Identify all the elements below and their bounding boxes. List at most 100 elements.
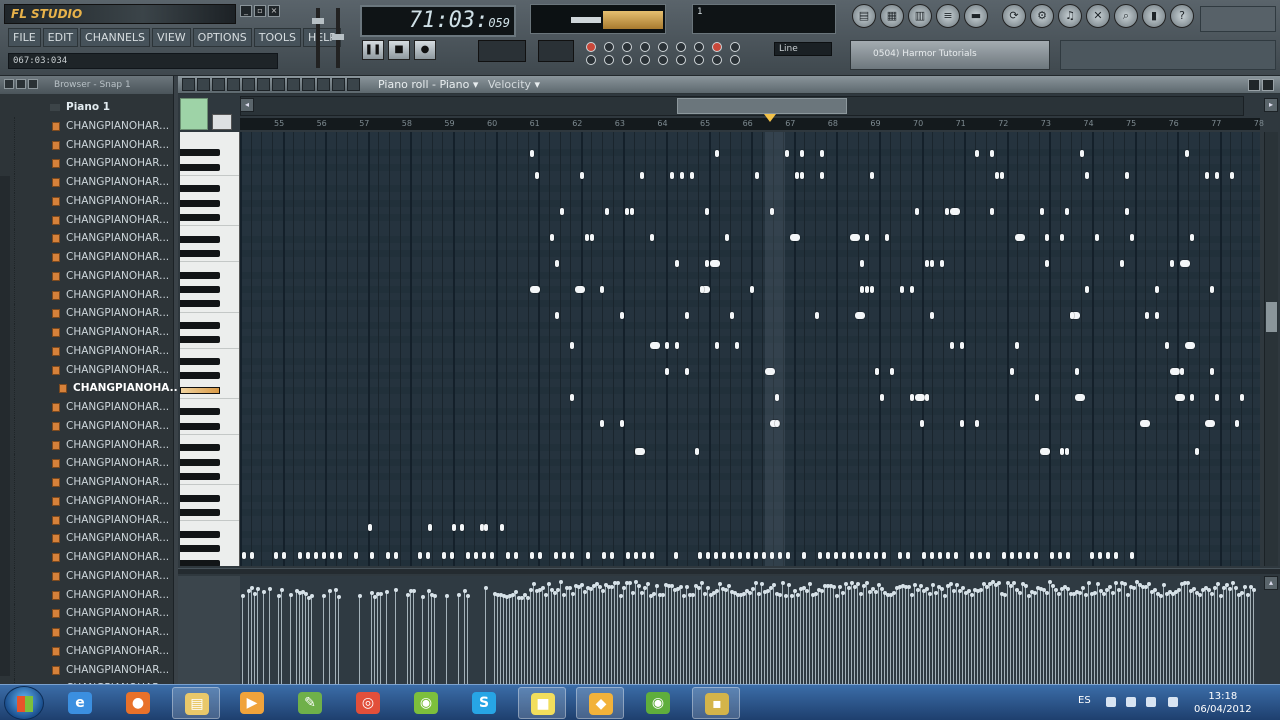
midi-note[interactable] [560, 208, 564, 215]
velocity-handle[interactable] [951, 589, 956, 594]
velocity-handle[interactable] [432, 593, 437, 598]
black-key[interactable] [180, 185, 220, 193]
velocity-bar[interactable] [371, 593, 372, 684]
language-indicator[interactable]: ES [1078, 695, 1091, 706]
velocity-handle[interactable] [393, 587, 398, 592]
midi-note[interactable] [298, 552, 302, 559]
toggle-15[interactable] [676, 55, 686, 65]
velocity-bar[interactable] [671, 585, 672, 684]
velocity-handle[interactable] [1251, 588, 1256, 593]
pattern-song-selector[interactable] [478, 40, 526, 62]
browser-item[interactable]: CHANGPIANOHAR... [0, 660, 174, 680]
midi-note[interactable] [625, 208, 629, 215]
velocity-bar[interactable] [746, 591, 747, 684]
minimize-icon[interactable]: _ [240, 5, 252, 17]
velocity-bar[interactable] [1031, 592, 1032, 684]
midi-note[interactable] [634, 552, 638, 559]
velocity-bar[interactable] [359, 595, 360, 684]
velocity-bar[interactable] [1121, 583, 1122, 684]
velocity-handle[interactable] [1032, 590, 1037, 595]
velocity-handle[interactable] [1113, 581, 1118, 586]
velocity-handle[interactable] [600, 589, 605, 594]
velocity-handle[interactable] [642, 585, 647, 590]
pr-detach-icon[interactable] [1248, 79, 1260, 91]
velocity-bar[interactable] [593, 586, 594, 684]
velocity-handle[interactable] [1116, 588, 1121, 593]
velocity-bar[interactable] [863, 586, 864, 684]
browser-item[interactable]: CHANGPIANOHAR... [0, 154, 174, 173]
velocity-bar[interactable] [1043, 590, 1044, 684]
midi-note[interactable] [920, 420, 924, 427]
velocity-handle[interactable] [321, 594, 326, 599]
midi-note[interactable] [870, 172, 874, 179]
target-control[interactable]: Velocity [488, 78, 531, 91]
velocity-bar[interactable] [512, 595, 513, 684]
velocity-bar[interactable] [971, 594, 972, 684]
velocity-handle[interactable] [546, 582, 551, 587]
velocity-bar[interactable] [395, 589, 396, 684]
browser-item[interactable]: CHANGPIANOHAR... [0, 416, 174, 436]
velocity-bar[interactable] [1190, 591, 1191, 684]
velocity-handle[interactable] [411, 588, 416, 593]
velocity-bar[interactable] [644, 587, 645, 684]
velocity-handle[interactable] [462, 588, 467, 593]
menu-edit[interactable]: EDIT [42, 28, 79, 47]
velocity-bar[interactable] [497, 594, 498, 684]
midi-note[interactable] [1015, 342, 1019, 349]
velocity-bar[interactable] [869, 592, 870, 684]
velocity-bar[interactable] [1232, 582, 1233, 684]
midi-note[interactable] [875, 368, 879, 375]
velocity-bar[interactable] [1070, 593, 1071, 684]
velocity-bar[interactable] [932, 585, 933, 684]
velocity-bar[interactable] [848, 588, 849, 684]
midi-note[interactable] [1215, 394, 1219, 401]
midi-note[interactable] [1058, 552, 1062, 559]
velocity-bar[interactable] [1130, 587, 1131, 684]
velocity-bar[interactable] [575, 585, 576, 684]
midi-note[interactable] [394, 552, 398, 559]
velocity-handle[interactable] [384, 589, 389, 594]
velocity-handle[interactable] [249, 586, 254, 591]
velocity-bar[interactable] [1094, 593, 1095, 684]
velocity-bar[interactable] [251, 588, 252, 684]
velocity-handle[interactable] [681, 593, 686, 598]
midi-note[interactable] [1240, 394, 1244, 401]
velocity-bar[interactable] [842, 593, 843, 684]
velocity-bar[interactable] [572, 594, 573, 684]
velocity-bar[interactable] [1250, 586, 1251, 684]
velocity-handle[interactable] [1017, 590, 1022, 595]
velocity-handle[interactable] [597, 584, 602, 589]
velocity-bar[interactable] [494, 593, 495, 684]
velocity-bar[interactable] [1151, 592, 1152, 684]
velocity-bar[interactable] [1202, 590, 1203, 684]
velocity-handle[interactable] [1125, 593, 1130, 598]
velocity-bar[interactable] [866, 582, 867, 684]
velocity-bar[interactable] [506, 597, 507, 684]
midi-note[interactable] [314, 552, 318, 559]
velocity-handle[interactable] [240, 593, 245, 598]
velocity-bar[interactable] [1118, 590, 1119, 684]
midi-note[interactable] [675, 260, 679, 267]
velocity-bar[interactable] [1103, 594, 1104, 684]
horizontal-scrollbar[interactable] [240, 96, 1244, 116]
velocity-handle[interactable] [456, 593, 461, 598]
velocity-bar[interactable] [269, 589, 270, 684]
velocity-handle[interactable] [558, 580, 563, 585]
velocity-bar[interactable] [410, 591, 411, 684]
black-key[interactable] [180, 149, 220, 157]
midi-note[interactable] [482, 552, 486, 559]
velocity-handle[interactable] [726, 584, 731, 589]
midi-note[interactable] [1140, 420, 1150, 427]
velocity-handle[interactable] [615, 580, 620, 585]
midi-note[interactable] [700, 286, 704, 293]
velocity-bar[interactable] [1133, 587, 1134, 684]
browser-item[interactable]: CHANGPIANOHAR... [0, 173, 174, 192]
browser-item[interactable]: CHANGPIANOHAR... [0, 229, 174, 248]
velocity-bar[interactable] [1241, 593, 1242, 684]
velocity-handle[interactable] [759, 581, 764, 586]
velocity-bar[interactable] [656, 585, 657, 684]
midi-note[interactable] [790, 234, 800, 241]
velocity-handle[interactable] [1212, 585, 1217, 590]
browser-item[interactable]: CHANGPIANOHAR... [0, 566, 174, 586]
velocity-bar[interactable] [434, 595, 435, 684]
